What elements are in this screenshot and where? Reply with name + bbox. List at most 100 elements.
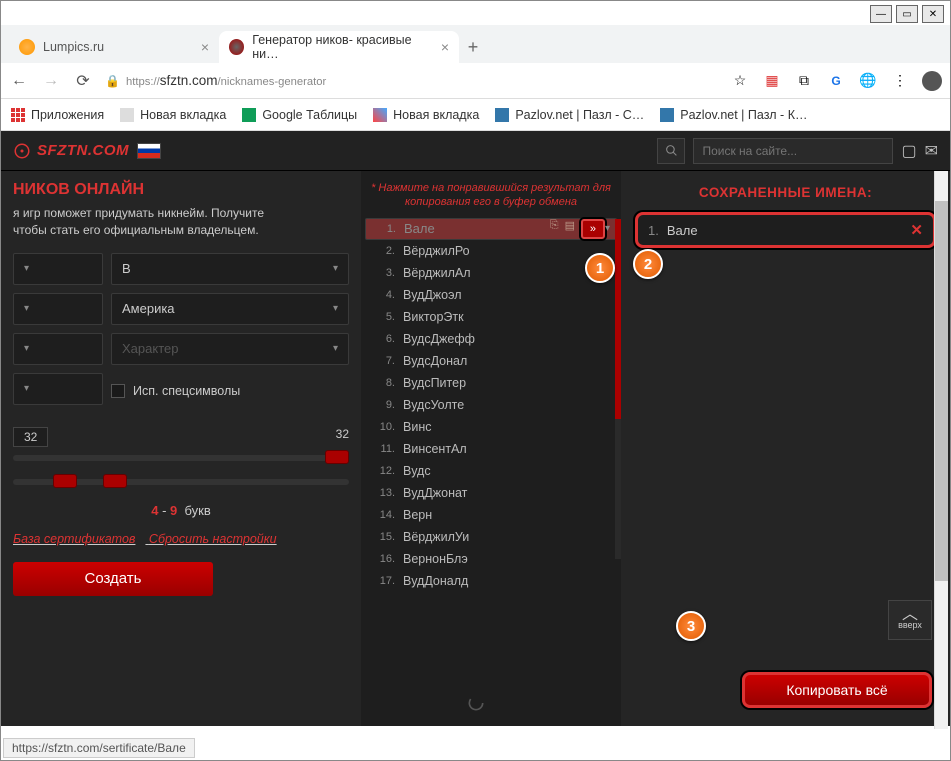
page-scrollbar[interactable]	[934, 171, 948, 729]
avatar[interactable]	[922, 71, 942, 91]
win-close[interactable]: ✕	[922, 5, 944, 23]
result-row[interactable]: 4.ВудДжоэл	[365, 284, 617, 306]
result-row[interactable]: 15.ВёрджилУи	[365, 526, 617, 548]
apps-button[interactable]: Приложения	[11, 108, 104, 122]
result-row[interactable]: 17.ВудДоналд	[365, 570, 617, 592]
bm-label: Новая вкладка	[140, 108, 226, 122]
search-button[interactable]	[657, 138, 685, 164]
url-input[interactable]: 🔒 https://sfztn.com/nicknames-generator	[105, 73, 718, 88]
ext-icon-4[interactable]: 🌐	[858, 71, 878, 91]
ext-icon-1[interactable]: ▦	[762, 71, 782, 91]
count-slider[interactable]	[13, 455, 349, 461]
save-name-button[interactable]: »	[581, 219, 605, 239]
ext-icon-3[interactable]: G	[826, 71, 846, 91]
cert-icon[interactable]: ▤	[565, 219, 575, 239]
result-row[interactable]: 8.ВудсПитер	[365, 372, 617, 394]
results-panel: * Нажмите на понравившийся результат для…	[361, 171, 621, 726]
create-button[interactable]: Создать	[13, 562, 213, 596]
ext-icon-2[interactable]: ⧉	[794, 71, 814, 91]
tab-generator[interactable]: Генератор ников- красивые ни… ×	[219, 31, 459, 63]
result-row[interactable]: 2.ВёрджилРо	[365, 240, 617, 262]
bookmark-item[interactable]: Pazlov.net | Пазл - С…	[495, 108, 644, 122]
result-row[interactable]: 11.ВинсентАл	[365, 438, 617, 460]
bookmark-item[interactable]: Новая вкладка	[373, 108, 479, 122]
tab-strip: Lumpics.ru × Генератор ников- красивые н…	[1, 25, 950, 63]
select-left-4[interactable]	[13, 373, 103, 405]
row-name: ВудДжонат	[403, 486, 467, 500]
row-num: 15.	[371, 531, 395, 543]
bookmark-item[interactable]: Google Таблицы	[242, 108, 357, 122]
new-tab-button[interactable]: +	[459, 33, 487, 61]
saved-item[interactable]: 1. Вале ✕	[635, 212, 936, 248]
win-min[interactable]: —	[870, 5, 892, 23]
length-slider[interactable]	[13, 479, 349, 485]
slider-handle[interactable]	[325, 450, 349, 464]
row-num: 12.	[371, 465, 395, 477]
row-num: 7.	[371, 355, 395, 367]
result-row[interactable]: 7.ВудсДонал	[365, 350, 617, 372]
copy-icon[interactable]: ⎘	[550, 219, 559, 239]
select-left-1[interactable]	[13, 253, 103, 285]
chevron-up-icon: ︿	[902, 610, 918, 620]
row-name: ВудДжоэл	[403, 288, 462, 302]
menu-icon[interactable]: ⋮	[890, 71, 910, 91]
result-row[interactable]: 13.ВудДжонат	[365, 482, 617, 504]
favicon-red	[229, 39, 244, 55]
desc-line: чтобы стать его официальным владельцем.	[13, 222, 349, 239]
site-search-input[interactable]	[693, 138, 893, 164]
select-left-2[interactable]	[13, 293, 103, 325]
result-row[interactable]: 5.ВикторЭтк	[365, 306, 617, 328]
row-num: 16.	[371, 553, 395, 565]
nav-reload-icon[interactable]: ⟳	[73, 71, 93, 91]
url-bar: ← → ⟳ 🔒 https://sfztn.com/nicknames-gene…	[1, 63, 950, 99]
slider-handle-min[interactable]	[53, 474, 77, 488]
select-letter[interactable]: В	[111, 253, 349, 285]
tab-title: Генератор ников- красивые ни…	[252, 33, 433, 61]
annotation-badge-1: 1	[585, 253, 615, 283]
site-logo[interactable]: SFZTN.COM	[13, 142, 129, 160]
result-row[interactable]: 3.ВёрджилАл	[365, 262, 617, 284]
result-row[interactable]: 12.Вудс	[365, 460, 617, 482]
star-icon[interactable]: ☆	[730, 71, 750, 91]
nav-back-icon[interactable]: ←	[9, 72, 29, 90]
result-row[interactable]: 16.ВернонБлэ	[365, 548, 617, 570]
max-letters: 9	[170, 503, 177, 518]
nav-fwd-icon[interactable]: →	[41, 72, 61, 90]
result-row[interactable]: 14.Верн	[365, 504, 617, 526]
mail-icon[interactable]: ✉	[925, 141, 938, 161]
special-chars-checkbox[interactable]	[111, 384, 125, 398]
result-row[interactable]: 9.ВудсУолте	[365, 394, 617, 416]
rss-icon[interactable]: ▢	[901, 141, 916, 161]
delete-icon[interactable]: ✕	[910, 221, 923, 239]
row-name: ВикторЭтк	[403, 310, 464, 324]
reset-link[interactable]: Сбросить настройки	[149, 532, 277, 546]
result-row[interactable]: 1.Вале⎘▤»	[365, 218, 617, 240]
row-num: 9.	[371, 399, 395, 411]
bookmarks-bar: Приложения Новая вкладка Google Таблицы …	[1, 99, 950, 131]
result-row[interactable]: 6.ВудсДжефф	[365, 328, 617, 350]
tab-lumpics[interactable]: Lumpics.ru ×	[9, 31, 219, 63]
scroll-top-button[interactable]: ︿ вверх	[888, 600, 932, 640]
close-icon[interactable]: ×	[201, 39, 209, 55]
select-left-3[interactable]	[13, 333, 103, 365]
annotation-badge-2: 2	[633, 249, 663, 279]
select-character[interactable]: Характер	[111, 333, 349, 365]
row-name: ВёрджилРо	[403, 244, 470, 258]
page-content: SFZTN.COM ▢ ✉ НИКОВ ОНЛАЙН я игр поможет…	[1, 131, 950, 726]
count-max: 32	[336, 427, 349, 441]
flag-ru-icon[interactable]	[137, 143, 161, 159]
panel-title: НИКОВ ОНЛАЙН	[13, 181, 349, 199]
bookmark-item[interactable]: Pazlov.net | Пазл - К…	[660, 108, 807, 122]
bm-label: Pazlov.net | Пазл - С…	[515, 108, 644, 122]
row-name: Вале	[404, 221, 435, 236]
result-row[interactable]: 10.Винс	[365, 416, 617, 438]
select-country[interactable]: Америка	[111, 293, 349, 325]
tab-title: Lumpics.ru	[43, 40, 104, 54]
copy-all-button[interactable]: Копировать всё	[742, 672, 932, 708]
win-max[interactable]: ▭	[896, 5, 918, 23]
slider-handle-max[interactable]	[103, 474, 127, 488]
close-icon[interactable]: ×	[441, 39, 449, 55]
cert-db-link[interactable]: База сертификатов	[13, 532, 135, 546]
scroll-thumb[interactable]	[935, 201, 948, 581]
bookmark-item[interactable]: Новая вкладка	[120, 108, 226, 122]
